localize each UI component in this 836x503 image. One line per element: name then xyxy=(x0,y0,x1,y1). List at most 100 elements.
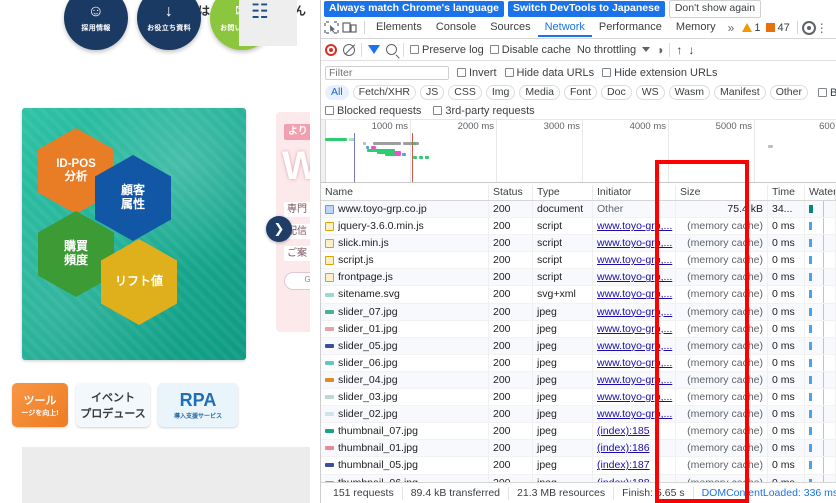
search-icon[interactable] xyxy=(386,44,397,55)
always-match-language-button[interactable]: Always match Chrome's language xyxy=(324,0,504,17)
tab-memory[interactable]: Memory xyxy=(669,18,723,37)
table-row[interactable]: thumbnail_05.jpg 200 jpeg (index):187 (memor… xyxy=(321,457,836,475)
switch-devtools-language-button[interactable]: Switch DevTools to Japanese xyxy=(507,0,665,17)
filter-input[interactable] xyxy=(325,65,449,80)
initiator-link[interactable]: (index):185 xyxy=(597,425,650,437)
inspect-element-icon[interactable] xyxy=(324,20,340,35)
initiator-link[interactable]: www.toyo-grp,... xyxy=(597,391,672,403)
column-header-waterfall[interactable]: Waterfall xyxy=(805,185,836,200)
circle-button-recruit[interactable]: ☺ 採用情報 xyxy=(64,0,128,50)
blocked-response-cookies-checkbox[interactable]: Blocked response cooki xyxy=(817,87,836,99)
table-row[interactable]: thumbnail_01.jpg 200 jpeg (index):186 (memor… xyxy=(321,440,836,458)
initiator-link[interactable]: www.toyo-grp,... xyxy=(597,254,672,266)
table-row[interactable]: slider_02.jpg 200 jpeg www.toyo-grp,... (mem… xyxy=(321,406,836,424)
type-filter-other[interactable]: Other xyxy=(769,85,808,100)
banner-card-event[interactable]: イベント プロデュース xyxy=(76,383,150,427)
import-har-icon[interactable]: ↑ xyxy=(676,44,682,56)
initiator-link[interactable]: www.toyo-grp,... xyxy=(597,323,672,335)
device-toolbar-icon[interactable] xyxy=(342,21,358,35)
contact-card-box[interactable]: ☷ xyxy=(239,0,297,46)
initiator-link[interactable]: www.toyo-grp,... xyxy=(597,408,672,420)
column-header-initiator[interactable]: Initiator xyxy=(593,185,676,200)
blocked-requests-checkbox[interactable]: Blocked requests xyxy=(325,105,421,117)
type-filter-doc[interactable]: Doc xyxy=(601,85,632,100)
invert-checkbox[interactable]: Invert xyxy=(457,67,497,79)
image-favicon xyxy=(325,360,334,365)
column-header-type[interactable]: Type xyxy=(533,185,593,200)
initiator-link[interactable]: (index):186 xyxy=(597,442,650,454)
export-har-icon[interactable]: ↓ xyxy=(688,44,694,56)
cell-type: script xyxy=(533,218,593,235)
column-header-name[interactable]: Name xyxy=(321,185,489,200)
type-filter-media[interactable]: Media xyxy=(519,85,561,100)
carousel-next-button[interactable]: ❯ xyxy=(266,216,292,242)
chevron-down-icon[interactable] xyxy=(642,47,651,52)
table-row[interactable]: jquery-3.6.0.min.js 200 script www.toyo-grp… xyxy=(321,218,836,236)
type-filter-js[interactable]: JS xyxy=(420,85,445,100)
clear-icon[interactable] xyxy=(343,43,355,56)
record-icon[interactable] xyxy=(325,43,337,56)
circle-button-materials[interactable]: ↓ お役立ち資料 xyxy=(137,0,201,50)
dont-show-again-button[interactable]: Don't show again xyxy=(668,0,762,18)
tab-network[interactable]: Network xyxy=(538,18,592,37)
table-row[interactable]: thumbnail_06.jpg 200jpeg(index):188(memor… xyxy=(321,474,836,482)
request-name: www.toyo-grp.co.jp xyxy=(338,203,427,215)
funnel-icon[interactable] xyxy=(368,45,380,54)
initiator-link[interactable]: www.toyo-grp,... xyxy=(597,340,672,352)
column-header-status[interactable]: Status xyxy=(489,185,533,200)
type-filter-fetch-xhr[interactable]: Fetch/XHR xyxy=(352,85,417,100)
contact-card-icon: ☷ xyxy=(251,1,269,23)
gear-icon[interactable] xyxy=(801,20,816,35)
table-row[interactable]: frontpage.js 200 script www.toyo-grp,... (me… xyxy=(321,269,836,287)
initiator-link[interactable]: www.toyo-grp,... xyxy=(597,357,672,369)
initiator-link[interactable]: www.toyo-grp,... xyxy=(597,220,672,232)
kebab-menu-icon[interactable]: ⋮ xyxy=(816,22,828,34)
table-row[interactable]: slider_03.jpg 200 jpeg www.toyo-grp,... (mem… xyxy=(321,389,836,407)
throttling-select[interactable]: No throttling xyxy=(577,44,636,56)
type-filter-css[interactable]: CSS xyxy=(448,85,482,100)
tab-elements[interactable]: Elements xyxy=(369,18,429,37)
table-row[interactable]: slick.min.js 200 script www.toyo-grp,... (me… xyxy=(321,235,836,253)
column-header-size[interactable]: Size xyxy=(676,185,768,200)
warnings-indicator[interactable]: 1 xyxy=(739,22,763,34)
network-overview-graph[interactable]: 1000 ms 2000 ms 3000 ms 4000 ms 5000 ms … xyxy=(321,119,836,183)
banner-card-tool[interactable]: ツール ージを向上! xyxy=(12,383,68,427)
network-conditions-icon[interactable]: ◑ xyxy=(656,44,663,56)
type-filter-manifest[interactable]: Manifest xyxy=(714,85,766,100)
initiator-link[interactable]: www.toyo-grp,... xyxy=(597,237,672,249)
table-row[interactable]: sitename.svg 200 svg+xml www.toyo-grp,... (m… xyxy=(321,286,836,304)
table-row[interactable]: slider_01.jpg 200 jpeg www.toyo-grp,... (mem… xyxy=(321,320,836,338)
type-filter-ws[interactable]: WS xyxy=(635,85,665,100)
tab-sources[interactable]: Sources xyxy=(483,18,537,37)
initiator-link[interactable]: www.toyo-grp,... xyxy=(597,288,672,300)
hide-data-urls-checkbox[interactable]: Hide data URLs xyxy=(504,67,594,79)
table-row[interactable]: thumbnail_07.jpg 200 jpeg (index):185 (memor… xyxy=(321,423,836,441)
disable-cache-checkbox[interactable]: Disable cache xyxy=(489,44,571,56)
initiator-link[interactable]: www.toyo-grp,... xyxy=(597,374,672,386)
banner-card-rpa[interactable]: RPA 導入支援サービス xyxy=(158,383,238,427)
preserve-log-checkbox[interactable]: Preserve log xyxy=(410,44,484,56)
initiator-link[interactable]: (index):187 xyxy=(597,459,650,471)
initiator-link[interactable]: www.toyo-grp,... xyxy=(597,271,672,283)
table-row[interactable]: slider_05.jpg 200 jpeg www.toyo-grp,... (mem… xyxy=(321,337,836,355)
table-row[interactable]: slider_07.jpg 200 jpeg www.toyo-grp,... (mem… xyxy=(321,303,836,321)
type-filter-wasm[interactable]: Wasm xyxy=(668,85,710,100)
table-row[interactable]: slider_04.jpg 200 jpeg www.toyo-grp,... (mem… xyxy=(321,371,836,390)
table-row[interactable]: script.js 200 script www.toyo-grp,... (memor… xyxy=(321,252,836,270)
initiator-link[interactable]: www.toyo-grp,... xyxy=(597,306,672,318)
column-header-time[interactable]: Time xyxy=(768,185,805,200)
third-party-requests-checkbox[interactable]: 3rd-party requests xyxy=(433,105,535,117)
type-filter-img[interactable]: Img xyxy=(485,85,516,100)
tab-performance[interactable]: Performance xyxy=(592,18,669,37)
table-row[interactable]: slider_06.jpg 200 jpeg www.toyo-grp,... (mem… xyxy=(321,354,836,372)
errors-indicator[interactable]: 47 xyxy=(763,22,792,34)
request-name: thumbnail_05.jpg xyxy=(338,459,418,472)
chevron-double-right-icon[interactable]: » xyxy=(723,21,740,35)
tab-console[interactable]: Console xyxy=(429,18,483,37)
cell-status: 200 xyxy=(489,201,533,218)
hide-extension-urls-checkbox[interactable]: Hide extension URLs xyxy=(602,67,718,79)
cell-type: jpeg xyxy=(533,337,593,354)
type-filter-all[interactable]: All xyxy=(325,85,349,100)
table-row[interactable]: www.toyo-grp.co.jp 200 document Other 75.4 k… xyxy=(321,201,836,219)
type-filter-font[interactable]: Font xyxy=(564,85,598,100)
